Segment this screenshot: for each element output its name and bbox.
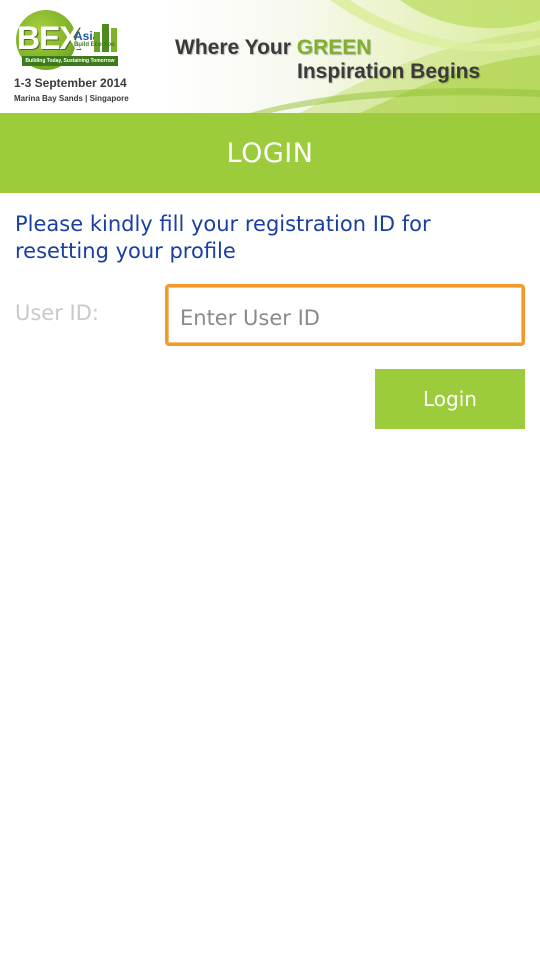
event-date: 1-3 September 2014 [14,76,127,90]
tagline-line-2: Inspiration Begins [297,60,481,83]
bex-asia-logo: BEX Asia Build Eco Xpo Building Today, S… [12,8,129,108]
logo-brand: BEX [17,20,81,56]
title-bar: LOGIN [0,113,540,193]
tagline-prefix: Where Your [175,36,297,59]
instruction-text: Please kindly fill your registration ID … [15,212,431,263]
banner-tagline: Where Your GREEN Inspiration Begins [175,36,495,84]
page-title: LOGIN [226,137,314,169]
logo-subtitle: Build Eco Xpo [74,42,115,48]
user-id-input[interactable] [168,287,522,343]
event-venue: Marina Bay Sands | Singapore [14,94,129,103]
logo-motto: Building Today, Sustaining Tomorrow [22,56,118,66]
header-banner: BEX Asia Build Eco Xpo Building Today, S… [0,0,540,113]
tagline-line-1: Where Your GREEN [175,36,495,60]
login-button[interactable]: Login [375,369,525,429]
user-id-label: User ID: [15,301,99,325]
user-id-field-container [165,284,525,346]
tagline-highlight: GREEN [296,36,372,59]
